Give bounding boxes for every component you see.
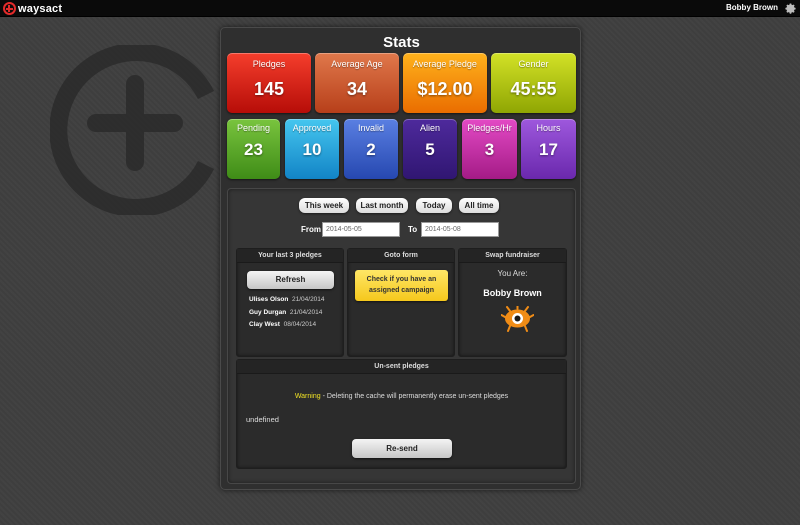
stat-value: 2 — [366, 140, 376, 159]
stat-tile-invalid[interactable]: Invalid 2 — [344, 119, 398, 179]
waysact-watermark-icon — [50, 45, 215, 215]
range-today-button[interactable]: Today — [416, 198, 452, 213]
stat-label: Invalid — [357, 123, 384, 133]
warning-text: - Deleting the cache will permanently er… — [320, 393, 509, 400]
pledge-name: Ulises Olson — [249, 296, 289, 303]
brand-name: waysact — [18, 2, 63, 15]
stat-value: 3 — [484, 140, 495, 159]
current-fundraiser-name: Bobby Brown — [483, 288, 542, 298]
stat-value: $12.00 — [417, 79, 473, 99]
range-last-month-button[interactable]: Last month — [356, 198, 408, 213]
unsent-pledges-card: Un-sent pledges Warning - Deleting the c… — [236, 359, 567, 469]
card-title: Goto form — [348, 249, 454, 263]
stat-tile-average-pledge[interactable]: Average Pledge $12.00 — [403, 53, 487, 113]
gear-icon[interactable] — [784, 2, 797, 15]
stat-label: Average Age — [331, 59, 383, 69]
you-are-label: You Are: — [497, 269, 528, 278]
stat-label: Pending — [236, 123, 271, 133]
stat-tile-pledges-per-hour[interactable]: Pledges/Hr 3 — [462, 119, 517, 179]
unsent-status-text: undefined — [246, 415, 279, 424]
check-campaign-line-2: assigned campaign — [369, 287, 434, 294]
pledge-row[interactable]: Clay West 08/04/2014 — [249, 321, 316, 328]
stat-value: 34 — [346, 79, 368, 99]
pledge-date: 21/04/2014 — [292, 296, 325, 303]
alien-eye-icon[interactable] — [501, 306, 534, 332]
refresh-button[interactable]: Refresh — [247, 271, 334, 289]
goto-form-card: Goto form Check if you have an assigned … — [347, 248, 455, 357]
stat-value: 145 — [253, 79, 285, 99]
stat-label: Hours — [536, 123, 561, 133]
stat-value: 17 — [539, 140, 558, 159]
stat-tile-pledges[interactable]: Pledges 145 — [227, 53, 311, 113]
last-pledges-card: Your last 3 pledges Refresh Ulises Olson… — [236, 248, 344, 357]
check-campaign-button[interactable]: Check if you have an assigned campaign — [355, 270, 448, 301]
from-date-input[interactable] — [322, 222, 400, 237]
stat-value: 5 — [425, 140, 435, 159]
user-name[interactable]: Bobby Brown — [726, 3, 778, 12]
stat-tile-pending[interactable]: Pending 23 — [227, 119, 280, 179]
warning-label: Warning — [294, 393, 321, 400]
controls-section: This week Last month Today All time From… — [227, 188, 576, 484]
stat-tile-average-age[interactable]: Average Age 34 — [315, 53, 399, 113]
stat-tile-gender[interactable]: Gender 45:55 — [491, 53, 576, 113]
stat-value: 10 — [302, 140, 322, 159]
page-title: Stats — [383, 34, 420, 51]
resend-button[interactable]: Re-send — [352, 439, 452, 458]
check-campaign-line-1: Check if you have an — [366, 276, 437, 283]
stat-label: Alien — [419, 123, 440, 133]
cache-warning: Warning - Deleting the cache will perman… — [237, 393, 566, 400]
pledge-name: Clay West — [249, 321, 280, 328]
stat-label: Approved — [292, 123, 332, 133]
swap-fundraiser-card: Swap fundraiser You Are: Bobby Brown — [458, 248, 567, 357]
stat-label: Pledges — [252, 59, 286, 69]
stats-panel: Stats Pledges 145 Average Age 34 Average… — [220, 27, 581, 490]
range-all-time-button[interactable]: All time — [459, 198, 499, 213]
pledge-row[interactable]: Ulises Olson 21/04/2014 — [249, 296, 325, 303]
stat-label: Pledges/Hr — [467, 123, 512, 133]
waysact-logo-icon — [3, 2, 16, 15]
stat-label: Gender — [518, 59, 549, 69]
from-label: From — [301, 225, 321, 234]
to-label: To — [408, 225, 418, 234]
pledge-date: 08/04/2014 — [283, 321, 317, 328]
card-title: Swap fundraiser — [459, 249, 566, 263]
range-this-week-button[interactable]: This week — [299, 198, 349, 213]
stat-tile-hours[interactable]: Hours 17 — [521, 119, 576, 179]
stat-tile-alien[interactable]: Alien 5 — [403, 119, 457, 179]
brand-logo[interactable]: waysact — [3, 1, 62, 16]
card-title: Un-sent pledges — [237, 360, 566, 374]
stat-tile-approved[interactable]: Approved 10 — [285, 119, 339, 179]
pledge-name: Guy Durgan — [249, 309, 287, 316]
stat-value: 45:55 — [510, 79, 557, 99]
to-date-input[interactable] — [421, 222, 499, 237]
stat-value: 23 — [244, 140, 263, 159]
card-title: Your last 3 pledges — [237, 249, 343, 263]
top-bar: waysact Bobby Brown — [0, 0, 800, 17]
pledge-date: 21/04/2014 — [289, 309, 323, 316]
pledge-row[interactable]: Guy Durgan 21/04/2014 — [249, 309, 322, 316]
stat-label: Average Pledge — [413, 59, 477, 69]
